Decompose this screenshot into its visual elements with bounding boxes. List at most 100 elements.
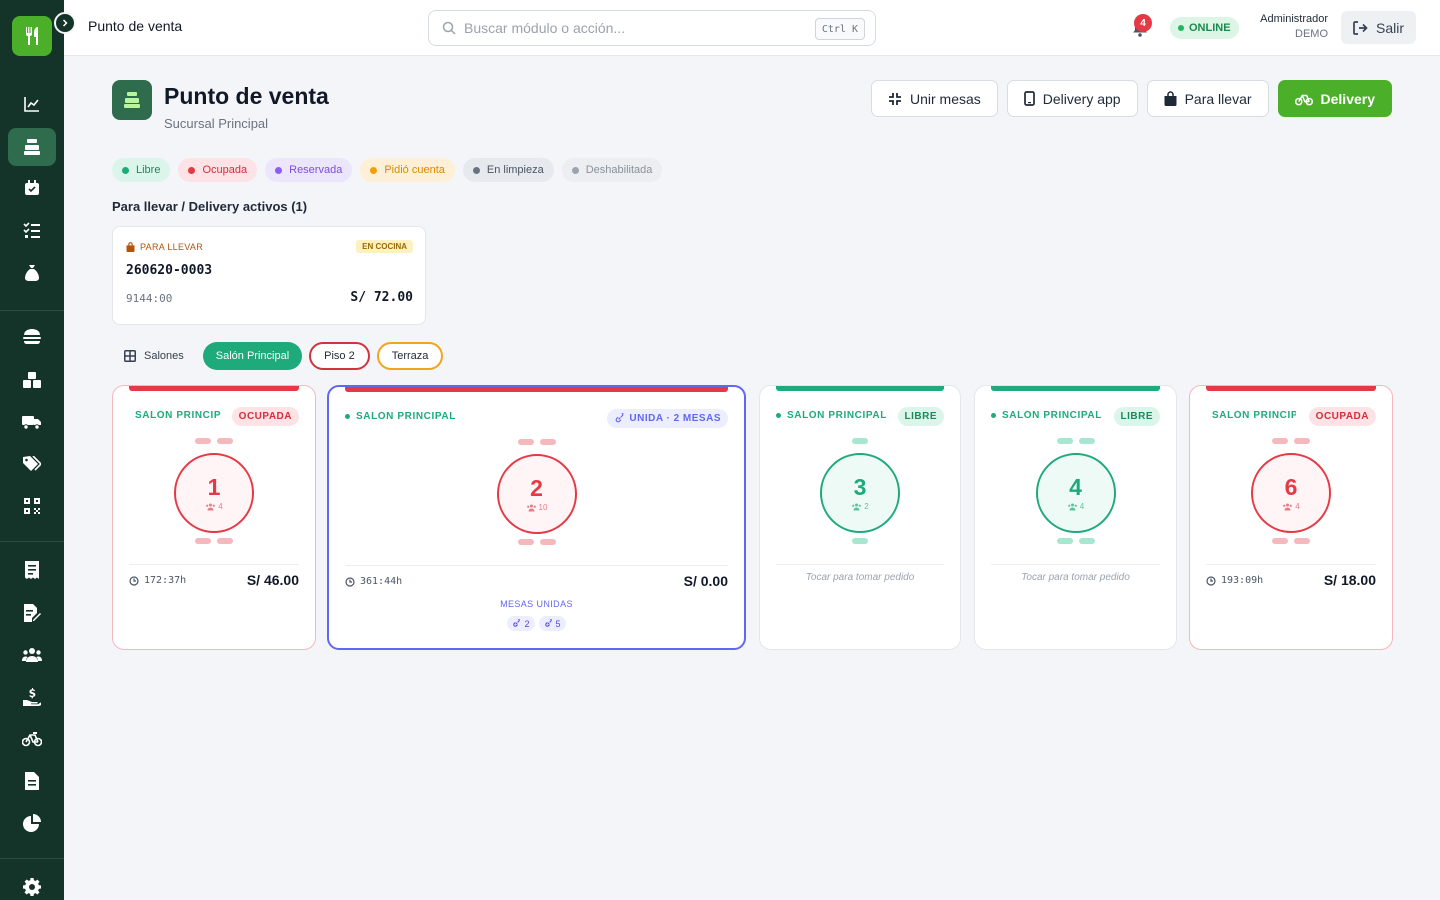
order-status-badge: EN COCINA — [356, 240, 413, 253]
notification-count-badge: 4 — [1134, 14, 1152, 32]
table-capacity: 2 — [851, 502, 869, 511]
sidebar-item-orders[interactable] — [8, 211, 56, 249]
table-card-4[interactable]: SALÓN PRINCIPAL LIBRE 4 4 Tocar para tom… — [974, 385, 1177, 650]
card-divider — [991, 564, 1160, 565]
page-subtitle: Sucursal Principal — [164, 116, 269, 131]
linked-table-chip[interactable]: 5 — [538, 616, 566, 631]
mobile-icon — [1023, 91, 1035, 106]
table-number: 4 — [1069, 474, 1082, 500]
chair — [1272, 538, 1288, 544]
chair — [1272, 438, 1288, 444]
sidebar-item-payments[interactable] — [8, 678, 56, 716]
sidebar-item-dashboard[interactable] — [8, 85, 56, 123]
hand-dollar-icon — [23, 688, 41, 706]
legend-dot — [370, 166, 378, 174]
table-total: S/ 0.00 — [683, 573, 728, 589]
sidebar-item-suppliers[interactable] — [8, 403, 56, 441]
active-orders-title: Para llevar / Delivery activos (1) — [112, 199, 308, 214]
table-elapsed-value: 193:09h — [1221, 575, 1264, 586]
search-box[interactable]: Ctrl K — [428, 10, 876, 46]
legend-item-free: Libre — [112, 158, 171, 182]
logout-button[interactable]: Salir — [1340, 11, 1416, 44]
sidebar-item-promotions[interactable] — [8, 445, 56, 483]
cash-register-icon — [24, 139, 40, 155]
legend-dot — [275, 166, 283, 174]
topbar: Punto de venta Ctrl K 4 ONLINE Administr… — [64, 0, 1440, 56]
status-bar — [776, 386, 944, 391]
table-card-3[interactable]: SALÓN PRINCIPAL LIBRE 3 2 Tocar para tom… — [759, 385, 961, 650]
chair — [517, 539, 534, 545]
salon-dot — [776, 413, 781, 418]
table-number: 2 — [530, 475, 543, 501]
sidebar-divider — [0, 858, 64, 859]
sidebar-item-qr-menu[interactable] — [8, 487, 56, 525]
chair — [1078, 438, 1095, 444]
sidebar-item-reports[interactable] — [8, 762, 56, 800]
cash-register-icon — [124, 92, 140, 108]
take-order-hint: Tocar para tomar pedido — [805, 572, 915, 583]
delivery-button[interactable]: Delivery — [1277, 80, 1392, 117]
table-salon: SALÓN PRINCIPAL — [129, 410, 221, 421]
delivery-app-button[interactable]: Delivery app — [1006, 80, 1138, 117]
table-salon-label: SALÓN PRINCIPAL — [135, 410, 221, 421]
order-type: PARA LLEVAR — [126, 242, 203, 252]
header-actions: Unir mesas Delivery app Para llevar Deli… — [870, 80, 1392, 117]
user-info[interactable]: Administrador DEMO — [1260, 13, 1328, 40]
takeaway-label: Para llevar — [1184, 90, 1252, 107]
clock-icon — [1206, 575, 1216, 586]
table-card-1[interactable]: SALÓN PRINCIPAL OCUPADA 1 4 172:37h S/ 4… — [112, 385, 316, 650]
card-divider — [1206, 564, 1376, 565]
merge-tables-label: Unir mesas — [909, 90, 981, 107]
tab-salon-principal[interactable]: Salón Principal — [202, 342, 303, 370]
tab-terraza[interactable]: Terraza — [376, 342, 444, 370]
search-input[interactable] — [464, 20, 794, 36]
users-icon — [1067, 503, 1077, 510]
sidebar-item-inventory[interactable] — [8, 361, 56, 399]
link-icon — [616, 413, 624, 423]
users-icon — [22, 648, 42, 662]
takeaway-button[interactable]: Para llevar — [1146, 80, 1269, 117]
page-icon — [112, 80, 152, 120]
bicycle-icon — [1294, 94, 1313, 105]
sidebar-item-sales[interactable] — [8, 551, 56, 589]
table-salon: SALÓN PRINCIPAL — [991, 410, 1102, 421]
chair — [539, 439, 556, 445]
card-divider — [345, 565, 728, 566]
money-bag-icon — [25, 265, 39, 281]
table-salon-label: SALÓN PRINCIPAL — [1212, 410, 1296, 421]
sidebar-toggle-button[interactable] — [54, 12, 76, 34]
linked-tables-label: MESAS UNIDAS — [500, 599, 573, 609]
chairs-top — [1190, 438, 1392, 444]
sidebar-item-invoices[interactable] — [8, 594, 56, 632]
list-check-icon — [23, 222, 40, 238]
tab-piso-2[interactable]: Piso 2 — [309, 342, 370, 370]
table-salon-label: SALÓN PRINCIPAL — [356, 411, 456, 422]
salon-tabs: Salones Salón Principal Piso 2 Terraza — [112, 342, 444, 370]
chairs-bottom — [760, 538, 960, 544]
active-order-card[interactable]: PARA LLEVAR EN COCINA 260620-0003 9144:0… — [112, 226, 426, 325]
sidebar-item-pos[interactable] — [8, 128, 56, 166]
table-card-6[interactable]: SALÓN PRINCIPAL OCUPADA 6 4 193:09h S/ 1… — [1189, 385, 1393, 650]
sidebar-item-cash[interactable] — [8, 254, 56, 292]
topbar-title: Punto de venta — [88, 18, 183, 34]
table-status-badge: LIBRE — [897, 407, 944, 426]
sidebar-item-settings[interactable] — [8, 868, 56, 900]
receipt-icon — [25, 561, 39, 579]
table-card-2[interactable]: SALÓN PRINCIPAL UNIDA · 2 MESAS 2 10 361… — [327, 385, 746, 650]
linked-table-number: 2 — [524, 618, 530, 629]
table-salon: SALÓN PRINCIPAL — [1206, 410, 1296, 421]
utensils-icon — [26, 27, 38, 45]
search-icon — [442, 21, 456, 35]
app-logo[interactable] — [12, 16, 52, 56]
sidebar-item-analytics[interactable] — [8, 804, 56, 842]
chair — [1294, 438, 1310, 444]
boxes-icon — [23, 372, 41, 388]
linked-table-chip[interactable]: 2 — [507, 616, 535, 631]
table-seats: 10 — [538, 503, 548, 512]
merge-tables-button[interactable]: Unir mesas — [870, 80, 998, 117]
sidebar-item-products[interactable] — [8, 318, 56, 356]
sidebar-item-reservations[interactable] — [8, 169, 56, 207]
sidebar-item-delivery[interactable] — [8, 720, 56, 758]
sidebar-item-customers[interactable] — [8, 636, 56, 674]
link-icon — [544, 619, 552, 627]
